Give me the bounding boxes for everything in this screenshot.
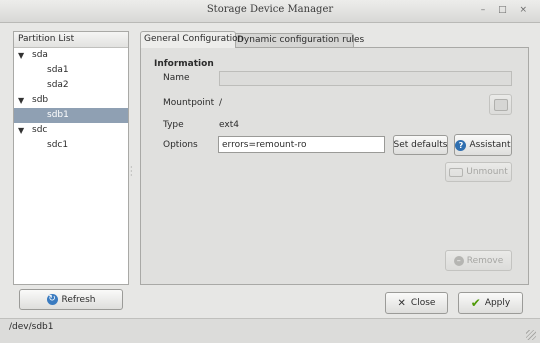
status-bar: /dev/sdb1 [0,318,540,343]
window-title: Storage Device Manager [206,4,334,15]
assistant-button[interactable]: ? Assistant [454,134,512,156]
type-label: Type [163,120,184,130]
unmount-icon [449,167,464,177]
refresh-label: Refresh [61,294,96,305]
tree-item-label: sda2 [47,80,69,90]
remove-icon: – [453,255,464,266]
unmount-button: Unmount [445,162,512,182]
help-icon: ? [455,139,467,151]
tree-item-sda1[interactable]: sda1 [14,63,128,78]
mountpoint-label: Mountpoint [163,98,215,108]
information-section-title: Information [154,59,214,69]
close-icon: ✕ [397,297,406,309]
mountpoint-browse-button [489,94,512,115]
tree-item-label: sdb [32,95,49,105]
assistant-label: Assistant [469,140,511,150]
remove-label: Remove [466,255,504,266]
mountpoint-value: / [219,98,223,108]
partition-list-header: Partition List [14,32,128,48]
type-value: ext4 [219,120,239,130]
partition-list: Partition List ▼ sda sda1 sda2 ▼ sdb sdb… [13,31,129,285]
expander-icon[interactable]: ▼ [18,123,24,138]
name-field [219,71,512,86]
expander-icon[interactable]: ▼ [18,93,24,108]
tree-item-sdb1[interactable]: sdb1 [14,108,128,123]
tree-item-label: sda [32,50,48,60]
refresh-icon: ↻ [46,294,58,305]
set-defaults-button[interactable]: Set defaults [393,135,448,155]
close-button[interactable]: ✕ Close [385,292,448,314]
options-label: Options [163,140,198,150]
app-window: Storage Device Manager – □ × Partition L… [0,0,540,343]
tree-item-label: sdc [32,125,48,135]
unmount-label: Unmount [466,167,508,177]
tab-dynamic-configuration-rules[interactable]: Dynamic configuration rules [233,33,364,47]
expander-icon[interactable]: ▼ [18,48,24,63]
tab-general-configuration[interactable]: General Configuration [140,31,243,48]
resize-grip-icon[interactable] [526,330,536,340]
checkmark-icon: ✔ [470,296,481,310]
tree-item-sda[interactable]: ▼ sda [14,48,128,63]
tree-item-label: sdc1 [47,140,69,150]
tree-item-label: sda1 [47,65,69,75]
pane-splitter-handle[interactable]: · · · [130,164,133,180]
drive-icon [493,98,508,111]
remove-button: – Remove [445,250,512,271]
window-controls[interactable]: – □ × [481,5,532,15]
tree-item-sda2[interactable]: sda2 [14,78,128,93]
close-label: Close [410,298,436,308]
tree-item-sdc[interactable]: ▼ sdc [14,123,128,138]
tree-item-sdc1[interactable]: sdc1 [14,138,128,153]
apply-label: Apply [484,298,511,308]
title-bar[interactable]: Storage Device Manager – □ × [0,0,540,23]
status-text: /dev/sdb1 [9,322,54,332]
name-label: Name [163,73,190,83]
tree-item-sdb[interactable]: ▼ sdb [14,93,128,108]
tree-item-label: sdb1 [47,110,69,120]
apply-button[interactable]: ✔ Apply [458,292,523,314]
set-defaults-label: Set defaults [393,140,448,150]
options-input[interactable]: errors=remount-ro [218,136,385,153]
refresh-button[interactable]: ↻ Refresh [19,289,123,310]
